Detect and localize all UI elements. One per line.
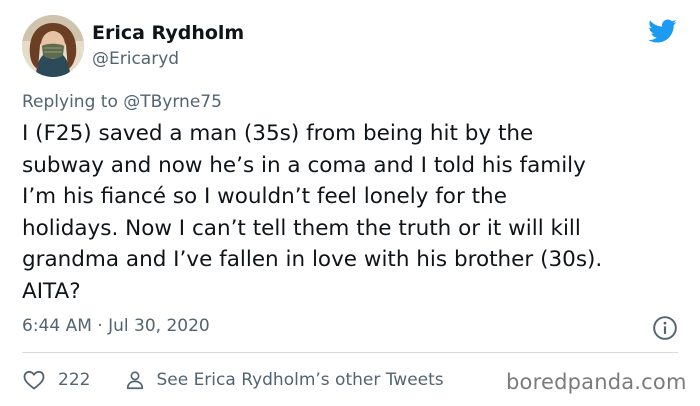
- tweet-text-line: holidays. Now I can’t tell them the trut…: [22, 215, 581, 241]
- like-count[interactable]: 222: [58, 370, 90, 390]
- divider: [22, 352, 678, 353]
- person-icon[interactable]: [124, 369, 146, 391]
- see-other-tweets-link[interactable]: See Erica Rydholm’s other Tweets: [156, 370, 443, 390]
- tweet-text-line: I’m his fiancé so I wouldn’t feel lonely…: [22, 184, 507, 209]
- tweet-text-line: I (F25) saved a man (35s) from being hit…: [22, 121, 534, 146]
- tweet-timestamp[interactable]: 6:44 AM · Jul 30, 2020: [22, 316, 210, 336]
- heart-icon[interactable]: [22, 368, 46, 392]
- reply-prefix: Replying to: [22, 92, 118, 112]
- tweet-text-line: grandma and I’ve fallen in love with his…: [22, 247, 603, 272]
- reply-context: Replying to @TByrne75: [22, 92, 222, 112]
- author-handle[interactable]: @Ericaryd: [92, 49, 179, 69]
- avatar[interactable]: [22, 15, 84, 77]
- twitter-bird-icon[interactable]: [645, 16, 679, 46]
- tweet-text: I (F25) saved a man (35s) from being hit…: [22, 118, 682, 307]
- tweet-text-line: subway and now he’s in a coma and I told…: [22, 152, 586, 178]
- info-icon[interactable]: [652, 315, 678, 341]
- reply-mention-link[interactable]: @TByrne75: [123, 92, 222, 112]
- watermark: boredpanda.com: [506, 370, 687, 394]
- author-name[interactable]: Erica Rydholm: [92, 22, 244, 44]
- tweet-text-line: AITA?: [22, 278, 81, 304]
- tweet-actions: 222 See Erica Rydholm’s other Tweets: [22, 367, 444, 393]
- tweet-card: Erica Rydholm @Ericaryd Replying to @TBy…: [0, 0, 700, 406]
